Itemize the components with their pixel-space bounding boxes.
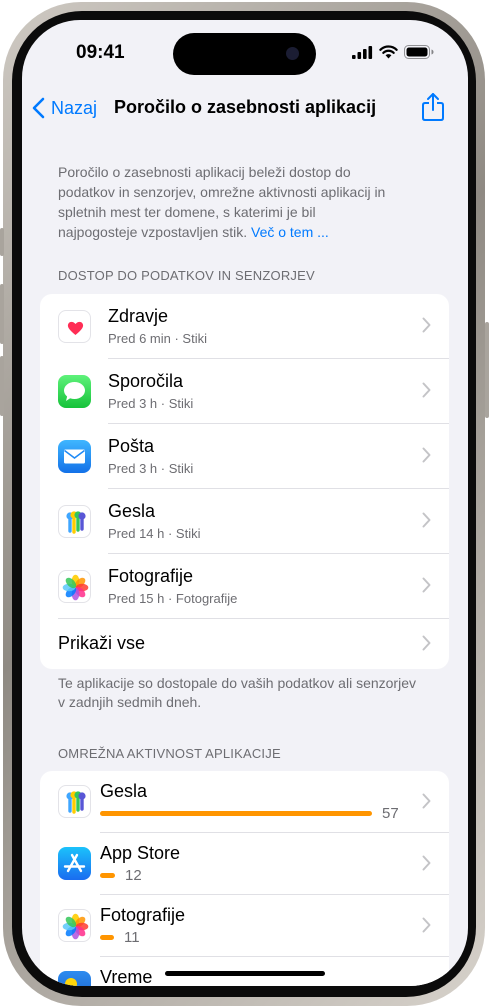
wifi-icon [379,45,398,59]
row-title: Pošta [108,436,155,456]
activity-bar [100,811,372,816]
status-icons [352,45,434,59]
chevron-right-icon [422,635,431,651]
activity-count: 57 [382,805,399,822]
photos-icon [58,909,91,942]
activity-bar [100,873,115,878]
chevron-right-icon [422,917,431,933]
passwords-icon [58,785,91,818]
activity-count: 12 [125,867,142,884]
front-camera-icon [286,47,299,60]
data-access-row-mail[interactable]: Pošta Pred 3 h · Stiki [40,424,449,489]
battery-icon [404,45,434,59]
chevron-right-icon [422,793,431,809]
share-button[interactable] [418,90,448,124]
row-title: Gesla [108,501,156,521]
row-title: Fotografije [108,566,194,586]
status-time: 09:41 [76,42,125,63]
intro-text: Poročilo o zasebnosti aplikacij beleži d… [58,162,398,242]
volume-down-button [0,356,4,416]
intro-description: Poročilo o zasebnosti aplikacij beleži d… [58,164,386,240]
action-button [0,228,4,256]
weather-icon [58,971,91,986]
row-title: Vreme [100,967,153,986]
show-all-button[interactable]: Prikaži vse [40,619,449,669]
network-row-photos[interactable]: Fotografije 11 [40,895,449,957]
network-activity-header: OMREŽNA AKTIVNOST APLIKACIJE [58,746,281,761]
chevron-left-icon [32,97,45,119]
page-title: Poročilo o zasebnosti aplikacij [114,97,377,117]
network-row-app-store[interactable]: App Store 12 [40,833,449,895]
data-access-row-passwords[interactable]: Gesla Pred 14 h · Stiki [40,489,449,554]
learn-more-link[interactable]: Več o tem ... [251,224,329,240]
show-all-label: Prikaži vse [58,633,146,653]
chevron-right-icon [422,855,431,871]
network-row-passwords[interactable]: Gesla 57 [40,771,449,833]
app-store-icon [58,847,91,880]
activity-count: 11 [124,929,140,946]
navigation-bar: Nazaj Poročilo o zasebnosti aplikacij [22,90,468,130]
row-subtitle: Pred 14 h · Stiki [108,526,201,541]
row-title: App Store [100,843,181,863]
mail-icon [58,440,91,473]
chevron-right-icon [422,382,431,398]
row-subtitle: Pred 3 h · Stiki [108,461,194,476]
data-access-header: DOSTOP DO PODATKOV IN SENZORJEV [58,268,315,283]
side-button [485,322,489,418]
chevron-right-icon [422,317,431,333]
row-title: Zdravje [108,306,169,326]
row-title: Fotografije [100,905,186,925]
data-access-row-messages[interactable]: Sporočila Pred 3 h · Stiki [40,359,449,424]
chevron-right-icon [422,577,431,593]
row-subtitle: Pred 3 h · Stiki [108,396,194,411]
passwords-icon [58,505,91,538]
back-label: Nazaj [51,97,98,118]
volume-up-button [0,284,4,344]
row-title: Gesla [100,781,148,801]
screen: 09:41 Nazaj Poročilo o zasebnosti aplika… [22,20,468,986]
dynamic-island [173,33,316,75]
chevron-right-icon [422,512,431,528]
data-access-row-health[interactable]: Zdravje Pred 6 min · Stiki [40,294,449,359]
chevron-right-icon [422,447,431,463]
network-activity-card: Gesla 57 App Store 12 Fotografije 11 Vre… [40,771,449,986]
activity-bar [100,935,114,940]
data-access-card: Zdravje Pred 6 min · Stiki Sporočila Pre… [40,294,449,669]
share-icon [422,93,444,121]
data-access-row-photos[interactable]: Fotografije Pred 15 h · Fotografije [40,554,449,619]
home-indicator[interactable] [165,971,325,976]
row-subtitle: Pred 15 h · Fotografije [108,591,238,606]
cellular-signal-icon [352,45,373,59]
messages-icon [58,375,91,408]
row-subtitle: Pred 6 min · Stiki [108,331,207,346]
row-title: Sporočila [108,371,184,391]
health-icon [58,310,91,343]
data-access-footer: Te aplikacije so dostopale do vaših poda… [58,675,416,710]
photos-icon [58,570,91,603]
back-button[interactable]: Nazaj [32,92,97,124]
